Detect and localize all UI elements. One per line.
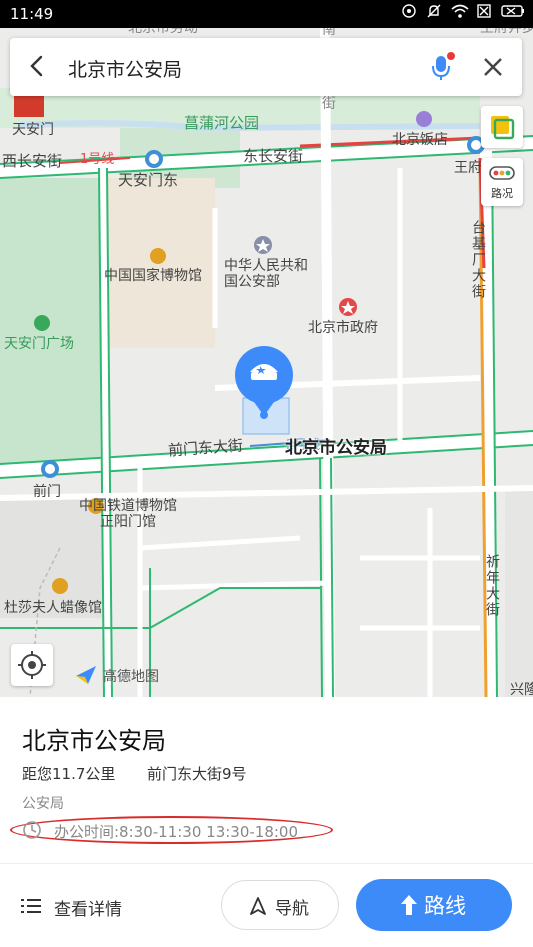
traffic-label: 路况: [491, 187, 513, 200]
route-arrow-icon: [401, 895, 417, 915]
map-label-top-1: 北京市劳动: [128, 28, 198, 36]
mute-icon: [426, 3, 442, 19]
poi-address: 前门东大街9号: [147, 765, 247, 783]
map-label-national-museum: 中国国家博物馆: [104, 268, 202, 284]
navigate-label: 导航: [275, 899, 309, 919]
hotspot-icon: [401, 3, 417, 19]
map-label-qianmen: 前门: [33, 484, 61, 500]
map-label-tiananmen: 天安门: [12, 122, 54, 138]
map-label-qinian: 祈年大街: [484, 554, 500, 618]
route-label: 路线: [424, 894, 466, 918]
poi-detail-card: 北京市公安局 距您11.7公里 前门东大街9号 公安局 办公时间:8:30-11…: [0, 697, 533, 947]
amap-logo-text: 高德地图: [103, 669, 159, 685]
poi-title: 北京市公安局: [22, 727, 166, 755]
close-icon: [484, 58, 502, 76]
status-time: 11:49: [10, 5, 54, 23]
map-canvas: [0, 28, 533, 697]
divider: [0, 863, 533, 864]
map-label-park: 菖蒲河公园: [184, 114, 260, 132]
map-label-madame-tussauds: 杜莎夫人蜡像馆: [4, 600, 102, 616]
traffic-light-icon: [489, 166, 515, 180]
search-box[interactable]: 北京市公安局: [10, 38, 522, 96]
route-button[interactable]: 路线: [356, 879, 512, 931]
map-label-station-tiananmen-east: 天安门东: [118, 171, 179, 189]
map-label-beijing-gov: 北京市政府: [308, 320, 378, 336]
map-label-square: 天安门广场: [4, 336, 74, 352]
map-label-top-2: 南: [322, 28, 336, 38]
map-label-ministry: 中华人民共和国公安部: [224, 258, 308, 290]
voice-search-button[interactable]: [428, 52, 456, 82]
list-icon: [21, 899, 41, 913]
microphone-icon: [432, 52, 455, 80]
back-arrow-icon: [30, 55, 43, 77]
map-label-wangfujing: 王府: [454, 160, 482, 176]
status-icons: [401, 3, 525, 19]
map-label-top-right: 王府井步行街: [480, 28, 533, 36]
layers-icon: [491, 116, 515, 140]
details-label: 查看详情: [54, 900, 122, 920]
map-label-east-changan: 东长安街: [243, 147, 304, 165]
navigate-button[interactable]: 导航: [221, 880, 339, 930]
locate-icon: [18, 651, 46, 679]
map-label-railway-museum: 中国铁道博物馆正阳门馆: [79, 498, 177, 530]
locate-me-button[interactable]: [11, 644, 53, 686]
battery-icon: [501, 3, 525, 19]
map-label-taijichang: 台基厂大街: [470, 220, 486, 300]
opening-hours-text: 办公时间:8:30-11:30 13:30-18:00: [54, 823, 299, 841]
clock-icon: [23, 821, 41, 839]
map-label-xinglong: 兴隆: [510, 682, 533, 697]
amap-logo-icon: [74, 664, 98, 686]
poi-category: 公安局: [22, 796, 64, 812]
close-button[interactable]: [478, 52, 508, 82]
layers-button[interactable]: [481, 106, 523, 148]
navigation-arrow-icon: [250, 897, 266, 915]
map-label-west-changan: 西长安街: [2, 152, 63, 170]
back-button[interactable]: [24, 53, 50, 79]
wifi-icon: [451, 3, 469, 19]
map-view[interactable]: 天安门 菖蒲河公园 北京饭店 西长安街 1号线 东长安街 天安门东 王府 中国国…: [0, 28, 533, 697]
poi-distance: 距您11.7公里: [22, 765, 116, 783]
map-label-hotel: 北京饭店: [392, 132, 448, 148]
no-sim-icon: [476, 3, 492, 19]
poi-label: 北京市公安局: [285, 438, 387, 458]
status-bar: 11:49: [0, 0, 533, 28]
opening-hours: 办公时间:8:30-11:30 13:30-18:00: [10, 816, 335, 846]
search-input[interactable]: 北京市公安局: [68, 55, 182, 82]
map-label-top-3: 街: [322, 96, 336, 112]
traffic-button[interactable]: 路况: [481, 158, 523, 206]
map-label-line1: 1号线: [80, 152, 115, 167]
